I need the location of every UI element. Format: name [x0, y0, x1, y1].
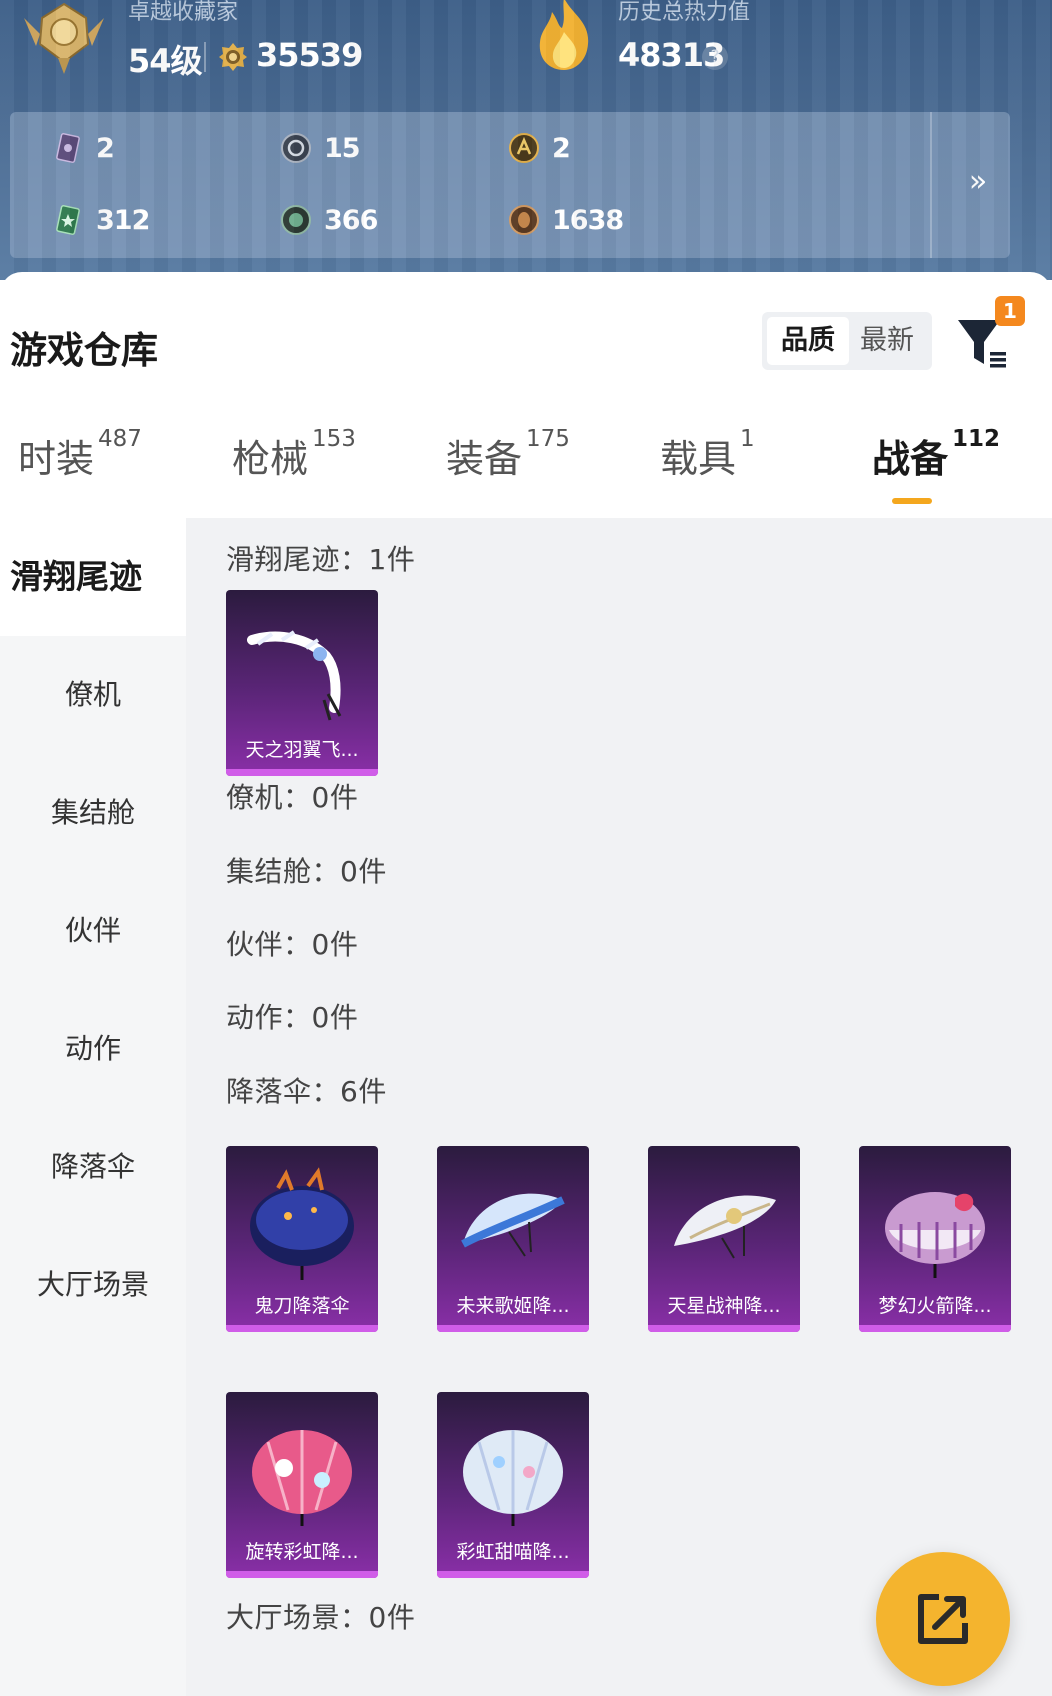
stat-value: 15: [324, 132, 361, 164]
profile-banner: 卓越收藏家 54级 35539 历史总热力值 48313 ? 2 15 2 31…: [0, 0, 1052, 280]
parachute-icon: [250, 1167, 354, 1280]
section-title: 滑翔尾迹：1件: [226, 543, 416, 576]
divider: [930, 112, 932, 258]
section-title: 僚机：0件: [226, 781, 359, 814]
sidebar-item-capsule[interactable]: 集结舱: [0, 754, 186, 872]
bronze-orb-icon: [509, 205, 539, 235]
stat-item: 2: [52, 128, 115, 168]
sort-option-quality[interactable]: 品质: [767, 317, 849, 365]
item-name: 天星战神降...: [667, 1295, 781, 1317]
item-card[interactable]: 天星战神降...: [648, 1146, 800, 1332]
stat-value: 2: [552, 132, 571, 164]
section-title: 伙伴：0件: [226, 928, 359, 961]
collector-medal-icon: [24, 2, 104, 74]
item-name: 彩虹甜喵降...: [456, 1541, 570, 1563]
item-content-area: 滑翔尾迹：1件 天之羽翼飞... 僚机：0件 集结舱：0件 伙伴：0件 动作：0…: [186, 518, 1052, 1696]
resource-stats-panel: 2 15 2 312 366 1638 »: [10, 112, 1010, 258]
active-tab-indicator: [892, 498, 932, 504]
filter-count-badge: 1: [995, 296, 1025, 326]
tab-vehicles[interactable]: 载具 1: [660, 426, 755, 514]
item-card[interactable]: 梦幻火箭降...: [859, 1146, 1011, 1332]
tab-label: 时装: [18, 437, 95, 481]
heat-flame-icon: [539, 0, 589, 70]
green-orb-icon: [281, 205, 311, 235]
page-title: 游戏仓库: [10, 329, 158, 372]
parachute-icon: [461, 1193, 565, 1257]
tab-label: 载具: [660, 437, 737, 481]
wing-trail-icon: [247, 630, 342, 721]
parachute-icon: [885, 1192, 985, 1278]
tab-label: 枪械: [232, 437, 309, 481]
section-title: 动作：0件: [226, 1001, 359, 1034]
tab-count: 1: [740, 426, 755, 452]
item-card[interactable]: 天之羽翼飞...: [226, 590, 378, 776]
parachute-icon: [674, 1195, 776, 1259]
subcategory-sidebar: 滑翔尾迹 僚机 集结舱 伙伴 动作 降落伞 大厅场景: [0, 518, 186, 1696]
item-name: 未来歌姬降...: [456, 1295, 570, 1317]
tab-label: 装备: [446, 437, 523, 481]
sidebar-item-lobby[interactable]: 大厅场景: [0, 1226, 186, 1344]
heat-title: 历史总热力值: [618, 0, 751, 25]
tab-equipment[interactable]: 装备 175: [446, 426, 570, 514]
parachute-icon: [252, 1430, 352, 1526]
sidebar-item-glide-trail[interactable]: 滑翔尾迹: [0, 518, 186, 636]
collector-title: 卓越收藏家: [128, 0, 239, 25]
stat-item: 15: [280, 128, 361, 168]
sidebar-item-parachute[interactable]: 降落伞: [0, 1108, 186, 1226]
tab-count: 175: [526, 426, 570, 452]
stat-value: 312: [96, 204, 150, 236]
expand-chevron-icon[interactable]: »: [958, 162, 998, 202]
item-card[interactable]: 鬼刀降落伞: [226, 1146, 378, 1332]
sort-option-newest[interactable]: 最新: [846, 317, 928, 365]
collector-coins: 35539: [256, 36, 363, 74]
sidebar-item-partner[interactable]: 伙伴: [0, 872, 186, 990]
stat-value: 1638: [552, 204, 624, 236]
item-card[interactable]: 未来歌姬降...: [437, 1146, 589, 1332]
section-title: 降落伞：6件: [226, 1075, 387, 1108]
stat-value: 2: [96, 132, 115, 164]
sidebar-item-wingman[interactable]: 僚机: [0, 636, 186, 754]
tab-count: 112: [952, 426, 1001, 452]
share-icon: [918, 1594, 968, 1644]
tab-fashion[interactable]: 时装 487: [18, 426, 142, 514]
gold-emblem-icon: [509, 133, 539, 163]
player-level: 54级: [128, 42, 203, 80]
tab-label: 战备: [872, 437, 949, 481]
stat-item: 2: [508, 128, 571, 168]
silver-coin-icon: [281, 133, 311, 163]
item-card[interactable]: 彩虹甜喵降...: [437, 1392, 589, 1578]
stat-item: 1638: [508, 200, 624, 240]
item-name: 旋转彩虹降...: [245, 1541, 359, 1563]
stat-value: 366: [324, 204, 378, 236]
sort-toggle: 品质 最新: [762, 312, 932, 370]
sidebar-item-emote[interactable]: 动作: [0, 990, 186, 1108]
item-name: 鬼刀降落伞: [254, 1295, 350, 1317]
heat-value: 48313: [618, 36, 725, 74]
purple-card-icon: [56, 133, 80, 163]
share-button[interactable]: [876, 1552, 1010, 1686]
help-icon[interactable]: ?: [702, 44, 728, 70]
stat-item: 312: [52, 200, 150, 240]
item-name: 梦幻火箭降...: [878, 1295, 992, 1317]
divider: [204, 42, 206, 72]
item-card[interactable]: 旋转彩虹降...: [226, 1392, 378, 1578]
section-title: 大厅场景：0件: [226, 1601, 416, 1634]
item-name: 天之羽翼飞...: [245, 739, 359, 761]
parachute-icon: [463, 1430, 563, 1526]
green-card-icon: [56, 205, 80, 235]
tab-count: 487: [98, 426, 142, 452]
stat-item: 366: [280, 200, 378, 240]
collector-coin-icon: [219, 43, 247, 71]
tab-count: 153: [312, 426, 356, 452]
section-title: 集结舱：0件: [226, 855, 387, 888]
tab-weapons[interactable]: 枪械 153: [232, 426, 356, 514]
